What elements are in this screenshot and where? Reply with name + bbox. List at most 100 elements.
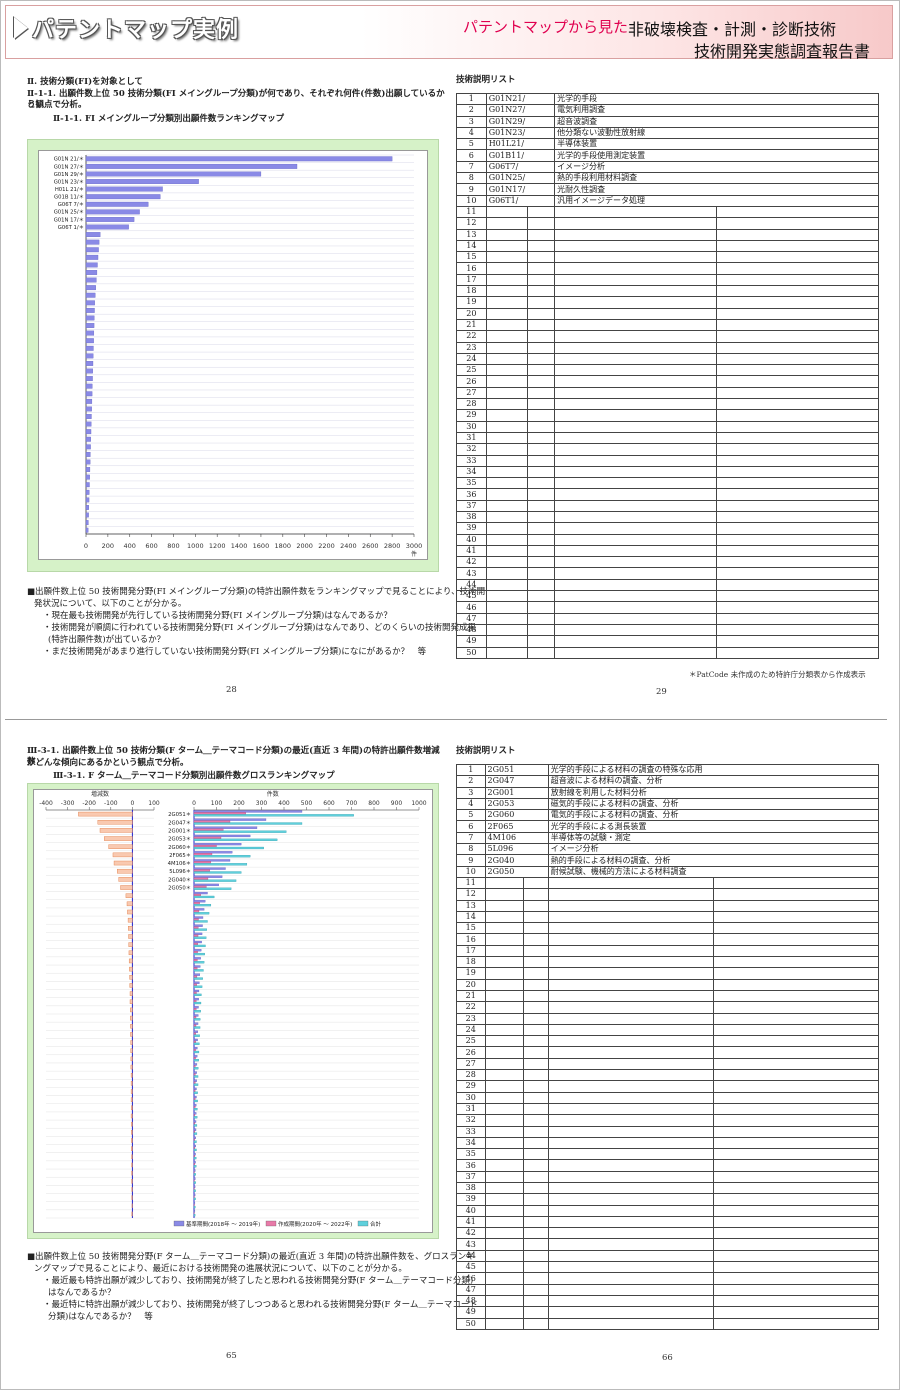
table-row: 31 xyxy=(456,1102,880,1116)
empty-cell xyxy=(527,330,556,343)
recent-bar xyxy=(193,1130,196,1133)
recent-bar xyxy=(193,1073,196,1076)
delta-bar xyxy=(131,1138,133,1143)
total-bar xyxy=(193,1189,196,1192)
base-bar xyxy=(193,1120,197,1123)
total-bar xyxy=(193,895,215,899)
bar xyxy=(85,527,89,533)
empty-cell xyxy=(527,522,556,535)
bar xyxy=(85,163,298,169)
empty-cell xyxy=(716,465,879,479)
empty-cell xyxy=(712,1148,880,1161)
recent-bar xyxy=(193,1146,195,1150)
table-row: 26 xyxy=(456,375,879,388)
total-bar xyxy=(193,1099,198,1103)
empty-cell xyxy=(484,1294,524,1308)
empty-cell xyxy=(522,1046,549,1059)
header-banner: パテントマップ実例 パテントマップから見た 非破壊検査・計測・診断技術 技術開発… xyxy=(5,5,893,61)
empty-cell xyxy=(527,273,556,287)
delta-bar xyxy=(128,934,133,939)
table-row: 38 xyxy=(456,510,879,524)
total-bar xyxy=(193,1197,196,1200)
table-row: 24 xyxy=(456,352,879,366)
delta-bar xyxy=(118,877,133,882)
legend-label: 作成期間(2020年 ～ 2022年) xyxy=(278,1220,352,1228)
recent-bar xyxy=(193,853,213,856)
row-number: 41 xyxy=(456,1215,486,1229)
empty-cell xyxy=(484,1046,524,1059)
empty-cell xyxy=(484,1012,524,1025)
empty-cell xyxy=(485,454,529,467)
row-number: 10 xyxy=(456,865,486,878)
delta-bar xyxy=(97,820,133,825)
empty-cell xyxy=(485,590,529,603)
empty-cell xyxy=(485,556,529,569)
empty-cell xyxy=(716,477,879,490)
bar xyxy=(85,156,393,162)
empty-cell xyxy=(547,1193,714,1206)
row-number: 31 xyxy=(456,1102,486,1116)
right-tick-label: 100 xyxy=(211,800,223,807)
left-tick-label: -300 xyxy=(61,800,75,807)
row-number: 41 xyxy=(456,544,487,558)
recent-bar xyxy=(193,1138,195,1141)
base-bar xyxy=(193,1112,197,1115)
row-description: 熱的手段利用材料調査 xyxy=(554,172,879,185)
table-row: 35 xyxy=(456,477,879,490)
empty-cell xyxy=(554,386,718,400)
empty-cell xyxy=(527,364,556,377)
empty-cell xyxy=(485,578,529,592)
total-bar xyxy=(193,838,278,841)
empty-cell xyxy=(712,1249,880,1263)
row-number: 6 xyxy=(456,820,486,833)
page-divider xyxy=(5,719,887,720)
total-bar xyxy=(193,1001,202,1005)
delta-bar xyxy=(127,917,133,923)
recent-bar xyxy=(193,910,200,913)
delta-bar xyxy=(131,1170,133,1176)
empty-cell xyxy=(522,1283,549,1296)
empty-cell xyxy=(716,273,879,287)
bar xyxy=(85,497,90,503)
base-bar xyxy=(193,1079,197,1082)
row-number: 44 xyxy=(456,578,487,592)
right-tick-label: 900 xyxy=(391,800,403,807)
bar xyxy=(85,239,100,245)
table-row: 17 xyxy=(456,273,879,287)
row-number: 50 xyxy=(456,646,487,659)
empty-cell xyxy=(485,386,529,400)
row-number: 2 xyxy=(456,775,486,788)
delta-bar xyxy=(131,1146,133,1151)
chart1-frame: 0 200 400 600 800 1000 1200 1400 1600 1800 2000 220… xyxy=(27,139,439,572)
x-tick-label: 0 xyxy=(84,542,88,550)
empty-cell xyxy=(554,465,718,479)
row-description: 光学的手段による測長装置 xyxy=(547,820,880,833)
table-row: 3 G01N29/超音波調査 xyxy=(456,115,879,128)
section-heading-line2: がどんな傾向にあるかという観点で分析。 xyxy=(27,758,189,768)
delta-bar xyxy=(99,828,133,833)
empty-cell xyxy=(554,296,718,309)
recent-bar xyxy=(193,1040,196,1044)
row-code: G01N17/ xyxy=(485,183,556,196)
empty-cell xyxy=(716,533,879,546)
row-number: 18 xyxy=(456,285,487,298)
empty-cell xyxy=(522,944,549,958)
total-bar xyxy=(193,928,207,931)
chart-title: Ⅲ-3-1. F ターム＿テーマコード分類別出願件数グロスランキングマップ xyxy=(53,771,335,781)
empty-cell xyxy=(484,1204,524,1217)
row-number: 24 xyxy=(456,352,487,366)
row-number: 26 xyxy=(456,375,487,388)
tech-list-table: 1 G01N21/光学的手段 2 G01N27/電気利用調査 3 G01N29/超音波調査… xyxy=(456,92,879,659)
category-label: G01N 17/＊ xyxy=(54,216,84,223)
empty-cell xyxy=(547,1170,714,1183)
base-bar xyxy=(193,1071,197,1074)
table-row: 9 G01N17/光耐久性調査 xyxy=(456,183,879,196)
bar xyxy=(85,307,95,313)
row-number: 38 xyxy=(456,510,487,524)
left-tick-label: -400 xyxy=(39,800,53,807)
recent-bar xyxy=(193,999,197,1003)
empty-cell xyxy=(712,1317,880,1330)
footnote: ＊PatCode 未作成のため特許庁分類表から作成表示 xyxy=(689,670,866,679)
recent-bar xyxy=(193,828,224,831)
empty-cell xyxy=(522,1080,549,1093)
